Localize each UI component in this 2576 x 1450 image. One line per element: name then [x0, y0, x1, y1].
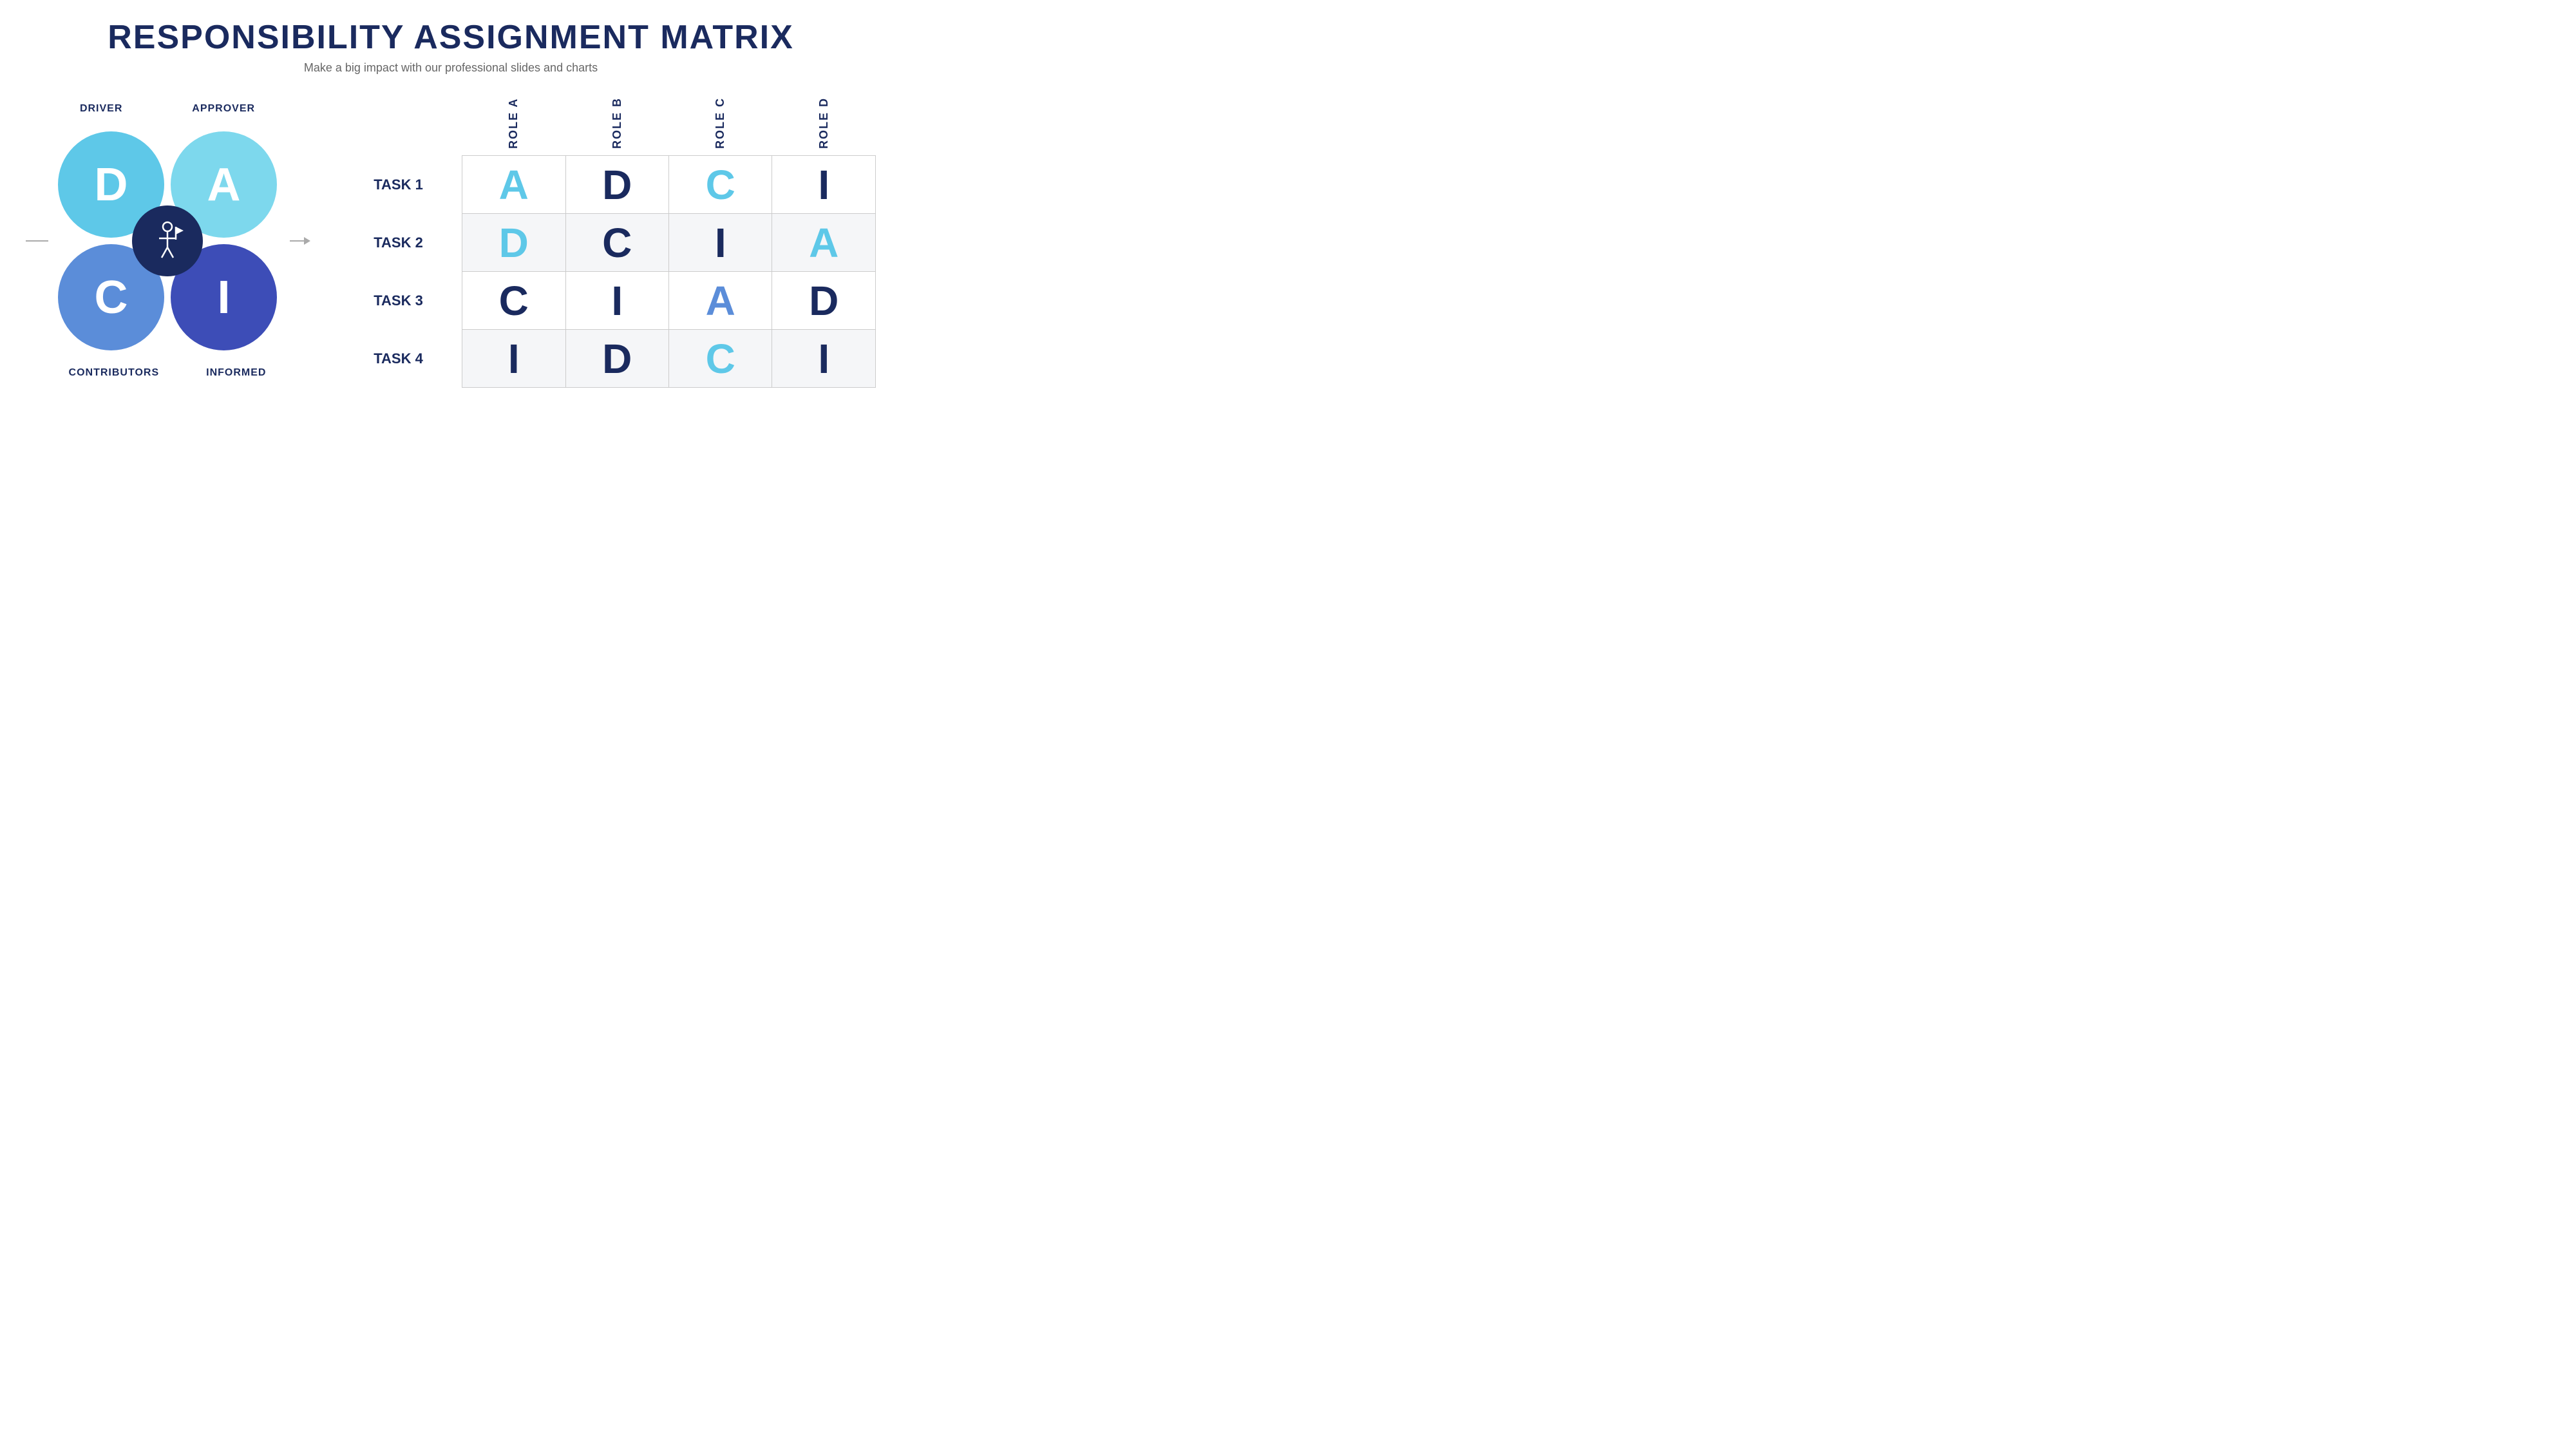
matrix-value-cell: I [668, 214, 772, 272]
role-a-header: ROLE A [462, 94, 565, 156]
driver-label: DRIVER [80, 103, 122, 115]
circles-container: D A C I [45, 119, 290, 363]
matrix-value-cell: I [462, 330, 565, 388]
task-name-cell: TASK 4 [335, 330, 462, 388]
matrix-header-row: ROLE A ROLE B ROLE C ROLE D [335, 94, 876, 156]
bottom-labels: CONTRIBUTORS INFORMED [45, 367, 290, 379]
matrix-value-cell: D [462, 214, 565, 272]
page-header: RESPONSIBILITY ASSIGNMENT MATRIX Make a … [26, 19, 876, 75]
role-c-label: ROLE C [714, 94, 727, 152]
daci-diagram: DRIVER APPROVER D A C I [26, 103, 309, 379]
top-labels: DRIVER APPROVER [45, 103, 290, 115]
role-b-header: ROLE B [565, 94, 668, 156]
approver-label: APPROVER [192, 103, 255, 115]
role-a-label: ROLE A [507, 94, 520, 152]
matrix-value-cell: C [565, 214, 668, 272]
circle-i-label: I [217, 271, 230, 324]
role-d-label: ROLE D [817, 94, 831, 152]
matrix-value-cell: D [565, 156, 668, 214]
role-d-header: ROLE D [772, 94, 876, 156]
matrix-value-cell: A [668, 272, 772, 330]
person-flag-icon [150, 220, 185, 262]
matrix-value-cell: A [772, 214, 876, 272]
role-b-label: ROLE B [611, 94, 624, 152]
matrix-value-cell: C [668, 330, 772, 388]
task-name-cell: TASK 1 [335, 156, 462, 214]
content-area: DRIVER APPROVER D A C I [26, 94, 876, 388]
matrix-value-cell: D [772, 272, 876, 330]
role-c-header: ROLE C [668, 94, 772, 156]
matrix-value-cell: I [565, 272, 668, 330]
center-circle [132, 205, 203, 276]
matrix-value-cell: D [565, 330, 668, 388]
table-row: TASK 1ADCI [335, 156, 876, 214]
contributors-label: CONTRIBUTORS [69, 367, 160, 379]
task-name-cell: TASK 3 [335, 272, 462, 330]
task-header-cell [335, 94, 462, 156]
right-arrow [290, 240, 309, 242]
matrix-value-cell: A [462, 156, 565, 214]
page-title: RESPONSIBILITY ASSIGNMENT MATRIX [26, 19, 876, 56]
matrix-value-cell: C [668, 156, 772, 214]
circles-wrapper: D A C I [26, 119, 309, 363]
informed-label: INFORMED [206, 367, 266, 379]
matrix-value-cell: I [772, 156, 876, 214]
matrix-value-cell: C [462, 272, 565, 330]
table-row: TASK 3CIAD [335, 272, 876, 330]
matrix-value-cell: I [772, 330, 876, 388]
table-row: TASK 2DCIA [335, 214, 876, 272]
circle-a-label: A [207, 158, 241, 211]
circle-c-label: C [95, 271, 128, 324]
task-name-cell: TASK 2 [335, 214, 462, 272]
matrix-table: ROLE A ROLE B ROLE C ROLE D TASK 1ADCITA… [335, 94, 876, 388]
table-row: TASK 4IDCI [335, 330, 876, 388]
circle-d-label: D [95, 158, 128, 211]
matrix-section: ROLE A ROLE B ROLE C ROLE D TASK 1ADCITA… [335, 94, 876, 388]
page-subtitle: Make a big impact with our professional … [26, 61, 876, 75]
